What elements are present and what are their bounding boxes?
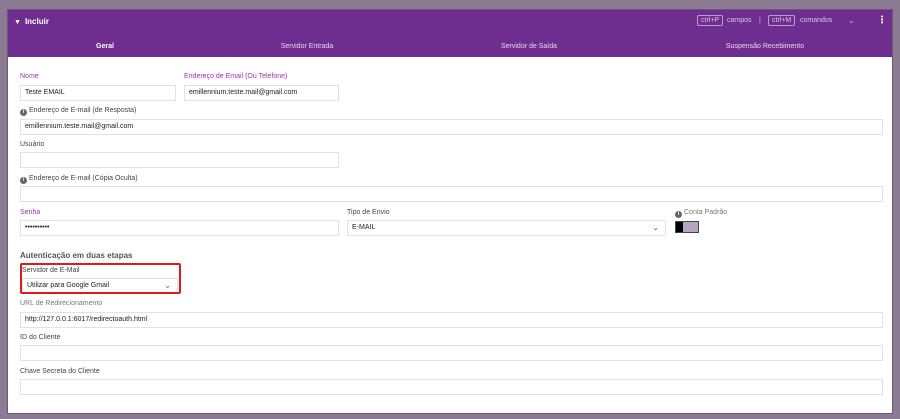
collapse-triangle-icon[interactable]: ▼ [14, 19, 21, 26]
shortcut-commands-label: comandos [800, 17, 833, 24]
conta-padrao-label-text: Conta Padrão [684, 209, 728, 216]
bcc-email-field[interactable] [20, 186, 883, 202]
senha-label: Senha [20, 209, 41, 216]
conta-padrao-label: i Conta Padrão [675, 209, 727, 218]
shortcut-fields-key: ctrl+P [697, 15, 724, 26]
bcc-email-label: i Endereço de E-mail (Cópia Oculta) [20, 175, 138, 184]
shortcut-fields-label: campos [727, 17, 752, 24]
chevron-down-icon: ⌄ [652, 223, 659, 232]
client-secret-label: Chave Secreta do Cliente [20, 368, 100, 375]
tipo-envio-value: E-MAIL [352, 224, 376, 231]
toggle-knob [676, 222, 683, 232]
more-vertical-icon[interactable]: ⋮ [877, 15, 887, 26]
client-id-field[interactable] [20, 345, 883, 361]
email-field[interactable]: emillennium.teste.mail@gmail.com [184, 85, 339, 101]
url-redirect-field[interactable]: http://127.0.0.1:6017/redirectoauth.html [20, 312, 883, 328]
conta-padrao-toggle[interactable] [675, 221, 699, 233]
email-label: Endereço de Email (Ou Telefone) [184, 73, 288, 80]
section-title: Autenticação em duas etapas [20, 251, 133, 260]
usuario-field[interactable] [20, 152, 339, 168]
highlight-box [20, 263, 181, 294]
panel-header: ▼ Incluir ctrl+P campos | ctrl+M comandos… [8, 10, 892, 60]
nome-label: Nome [20, 73, 39, 80]
tab-geral[interactable]: Geral [96, 43, 114, 50]
tab-servidor-saida[interactable]: Servidor de Saída [501, 43, 557, 50]
shortcut-commands-key: ctrl+M [768, 15, 796, 26]
client-secret-field[interactable] [20, 379, 883, 395]
tab-bar: Geral Servidor Entrada Servidor de Saída… [8, 38, 892, 60]
shortcut-separator: | [759, 17, 761, 24]
tab-suspensao-recebimento[interactable]: Suspensão Recebimento [726, 43, 804, 50]
reply-email-label: i Endereço de E-mail (de Resposta) [20, 107, 136, 116]
reply-email-field[interactable]: emillennium.teste.mail@gmail.com [20, 119, 883, 135]
panel-title-label: Incluir [24, 17, 49, 26]
info-icon: i [675, 211, 682, 218]
info-icon: i [20, 177, 27, 184]
nome-field[interactable]: Teste EMAIL [20, 85, 176, 101]
usuario-label: Usuário [20, 141, 45, 148]
tab-servidor-entrada[interactable]: Servidor Entrada [281, 43, 334, 50]
form-panel: ▼ Incluir ctrl+P campos | ctrl+M comandos… [7, 9, 893, 414]
reply-email-label-text: Endereço de E-mail (de Resposta) [29, 107, 137, 114]
senha-field[interactable]: •••••••••• [20, 220, 339, 236]
active-tab-indicator [90, 58, 124, 60]
bcc-email-label-text: Endereço de E-mail (Cópia Oculta) [29, 175, 138, 182]
chevron-down-icon[interactable]: ⌄ [848, 16, 855, 25]
panel-title[interactable]: ▼ Incluir [14, 17, 49, 26]
url-redirect-label: URL de Redirecionamento [20, 300, 103, 307]
tipo-envio-label: Tipo de Envio [347, 209, 390, 216]
tipo-envio-select[interactable]: E-MAIL ⌄ [347, 220, 666, 236]
client-id-label: ID do Cliente [20, 334, 61, 341]
info-icon: i [20, 109, 27, 116]
